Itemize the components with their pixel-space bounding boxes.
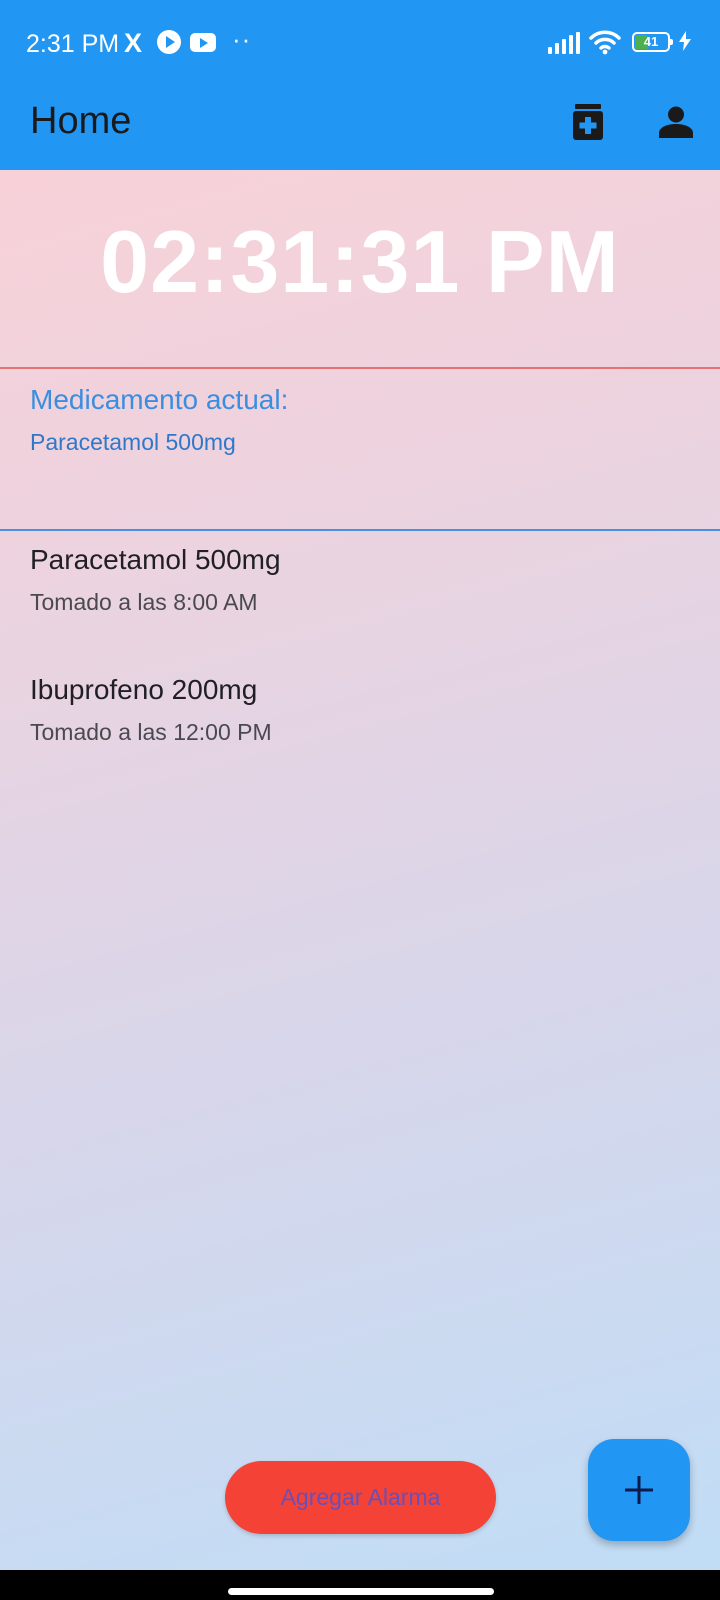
digital-clock: 02:31:31 PM xyxy=(100,212,620,311)
clock-section: 02:31:31 PM xyxy=(0,170,720,369)
history-item[interactable]: Paracetamol 500mg Tomado a las 8:00 AM xyxy=(0,542,720,662)
person-icon xyxy=(659,106,693,138)
page-title: Home xyxy=(30,100,132,142)
home-content: 02:31:31 PM Medicamento actual: Paraceta… xyxy=(0,170,720,1570)
system-nav-bar xyxy=(0,1570,720,1600)
add-fab-button[interactable] xyxy=(588,1439,690,1541)
history-item[interactable]: Ibuprofeno 200mg Tomado a las 12:00 PM xyxy=(0,672,720,792)
battery-level: 41 xyxy=(643,34,659,49)
plus-icon xyxy=(625,1476,653,1504)
history-item-time: Tomado a las 12:00 PM xyxy=(30,719,272,745)
history-item-time: Tomado a las 8:00 AM xyxy=(30,589,258,615)
history-item-name: Ibuprofeno 200mg xyxy=(30,674,258,705)
wifi-icon xyxy=(589,30,621,55)
play-circle-icon xyxy=(157,30,181,54)
more-dots-icon: ·· xyxy=(232,24,252,54)
add-alarm-button[interactable]: Agregar Alarma xyxy=(225,1461,496,1534)
current-medication-value: Paracetamol 500mg xyxy=(30,429,236,455)
app-bar: Home xyxy=(0,86,720,170)
home-gesture-handle[interactable] xyxy=(228,1588,494,1595)
signal-icon xyxy=(548,32,580,54)
status-time: 2:31 PM xyxy=(26,30,120,58)
current-medication-label: Medicamento actual: xyxy=(30,384,289,415)
battery-icon: 41 xyxy=(632,32,673,52)
medication-button[interactable] xyxy=(560,94,616,150)
profile-button[interactable] xyxy=(648,94,704,150)
x-logo-icon: X xyxy=(124,28,143,58)
youtube-icon xyxy=(190,33,216,52)
history-item-name: Paracetamol 500mg xyxy=(30,544,281,575)
status-bar: 2:31 PM X ·· 41 xyxy=(0,0,720,86)
charging-bolt-icon xyxy=(679,31,691,51)
top-bar: 2:31 PM X ·· 41 Home xyxy=(0,0,720,170)
medication-icon xyxy=(573,104,603,140)
